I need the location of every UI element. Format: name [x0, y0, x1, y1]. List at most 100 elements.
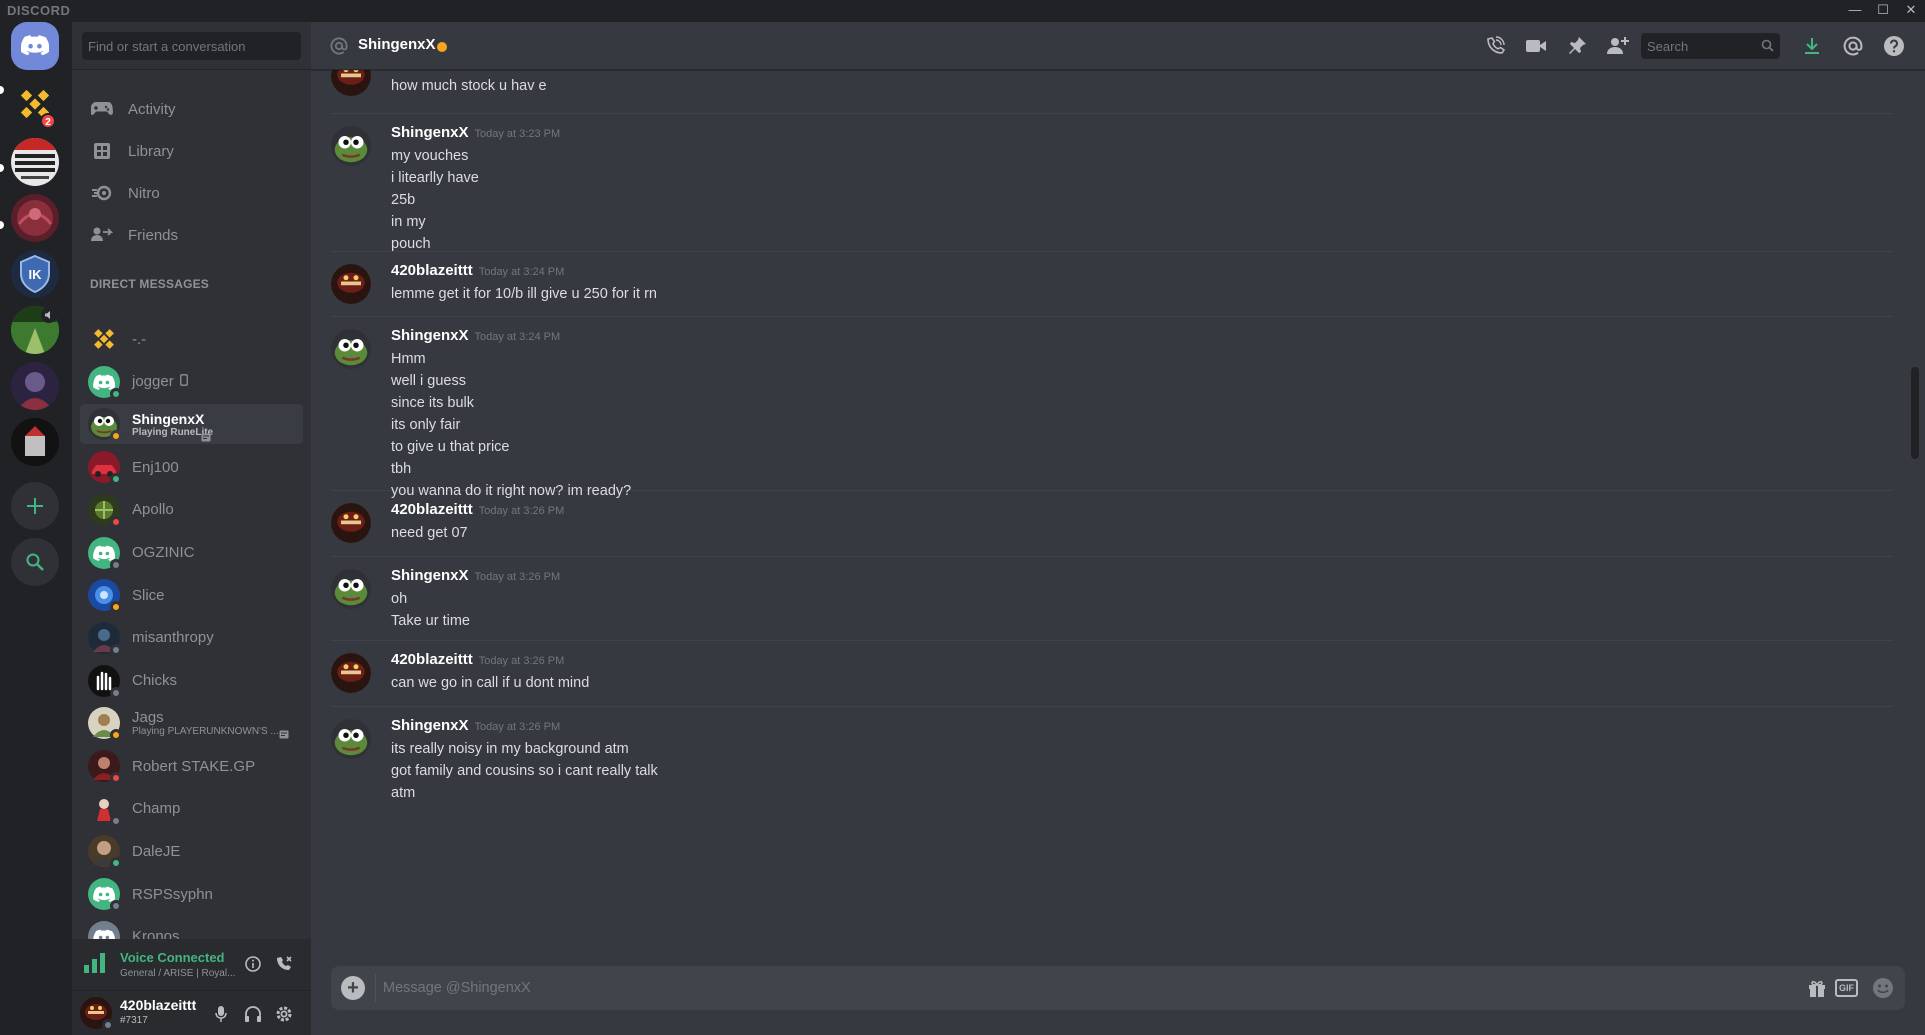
server-castle[interactable]: [11, 418, 59, 466]
help-button[interactable]: [1882, 34, 1906, 58]
dm-item[interactable]: DaleJE: [80, 831, 303, 871]
message-timestamp: Today at 3:24 PM: [478, 266, 565, 278]
dm-item[interactable]: ShingenxX Playing RuneLite: [80, 404, 303, 447]
dm-item[interactable]: Jags Playing PLAYERUNKNOWN'S ...: [80, 703, 303, 743]
dm-item[interactable]: Robert STAKE.GP: [80, 746, 303, 786]
close-button[interactable]: ✕: [1897, 0, 1925, 22]
pinned-messages-button[interactable]: [1565, 34, 1589, 58]
avatar: [88, 408, 122, 443]
gif-label: GIF: [1835, 979, 1858, 997]
message-content: lemme get it for 10/b ill give u 250 for…: [391, 283, 657, 305]
message-author[interactable]: ShingenxX Today at 3:26 PM: [391, 717, 560, 734]
minimize-button[interactable]: —: [1841, 0, 1869, 22]
explore-servers-button[interactable]: [11, 538, 59, 586]
server-demolition[interactable]: [11, 138, 59, 186]
avatar[interactable]: [331, 264, 371, 304]
search-icon: [26, 553, 44, 571]
message-input[interactable]: [383, 974, 1763, 1002]
dm-item[interactable]: jogger: [80, 362, 303, 402]
pin-icon: [1569, 37, 1586, 54]
dm-item[interactable]: -.-: [80, 319, 303, 359]
server-world-center[interactable]: [11, 194, 59, 242]
status-indicator: [110, 601, 122, 614]
voice-status[interactable]: Voice Connected: [120, 950, 225, 965]
dm-item[interactable]: OGZINIC: [80, 533, 303, 573]
start-video-call-button[interactable]: [1524, 34, 1548, 58]
message-author[interactable]: ShingenxX Today at 3:26 PM: [391, 567, 560, 584]
username[interactable]: 420blazeittt: [120, 997, 196, 1013]
dm-item[interactable]: Enj100: [80, 447, 303, 487]
download-icon: [1805, 38, 1819, 54]
avatar[interactable]: [331, 329, 371, 369]
avatar[interactable]: [331, 719, 371, 759]
avatar: [88, 365, 122, 400]
dm-item[interactable]: Apollo: [80, 490, 303, 530]
headphones-icon[interactable]: [244, 1005, 262, 1028]
author-name[interactable]: ShingenxX: [391, 717, 469, 734]
nav-activity[interactable]: Activity: [80, 89, 303, 129]
server-ik[interactable]: IK: [11, 250, 59, 298]
gift-button[interactable]: [1807, 976, 1827, 1000]
sidebar-search-bar: [72, 22, 311, 70]
message-line: my vouches: [391, 148, 469, 164]
avatar: [88, 579, 122, 614]
window-controls: — ☐ ✕: [1841, 0, 1925, 22]
maximize-button[interactable]: ☐: [1869, 0, 1897, 22]
message-author[interactable]: ShingenxX Today at 3:23 PM: [391, 124, 560, 141]
mentions-button[interactable]: [1841, 34, 1865, 58]
message-author[interactable]: 420blazeittt Today at 3:26 PM: [391, 651, 564, 668]
avatar: [88, 493, 122, 528]
avatar[interactable]: [331, 653, 371, 693]
message-author[interactable]: ShingenxX Today at 3:24 PM: [391, 327, 560, 344]
gif-button[interactable]: GIF: [1835, 976, 1858, 1000]
avatar[interactable]: [331, 503, 371, 543]
message-group: ShingenxX Today at 3:23 PM my vouches i lit…: [331, 124, 1893, 256]
disconnect-call-icon[interactable]: [274, 955, 294, 978]
search-input[interactable]: [1641, 33, 1780, 59]
emoji-button[interactable]: [1871, 976, 1895, 1000]
message-author[interactable]: 420blazeittt Today at 3:24 PM: [391, 262, 564, 279]
add-friends-to-dm-button[interactable]: [1606, 34, 1630, 58]
gear-icon[interactable]: [275, 1005, 293, 1028]
author-name[interactable]: 420blazeittt: [391, 651, 473, 668]
avatar[interactable]: [80, 997, 114, 1031]
scrollbar-thumb[interactable]: [1911, 367, 1919, 459]
message-group: how much stock u hav e: [331, 70, 1893, 98]
voice-channel[interactable]: General / ARISE | Royal...: [120, 968, 235, 979]
scrollbar-track[interactable]: [1911, 82, 1919, 962]
dm-item[interactable]: RSPSsyphn: [80, 874, 303, 914]
dm-item[interactable]: misanthropy: [80, 618, 303, 658]
author-name[interactable]: ShingenxX: [391, 124, 469, 141]
activity-status: Playing PLAYERUNKNOWN'S ...: [132, 726, 279, 738]
dm-item[interactable]: Slice: [80, 575, 303, 615]
server-anime[interactable]: [11, 362, 59, 410]
nav-friends[interactable]: Friends: [80, 215, 303, 255]
message-timestamp: Today at 3:26 PM: [474, 571, 561, 583]
info-icon[interactable]: [244, 955, 262, 978]
status-indicator: [110, 430, 122, 443]
download-apps-button[interactable]: [1800, 34, 1824, 58]
upload-button[interactable]: +: [341, 976, 365, 1000]
message-line: oh: [391, 591, 408, 607]
rich-presence-icon: [201, 429, 211, 447]
avatar[interactable]: [331, 126, 371, 166]
microphone-icon[interactable]: [214, 1005, 228, 1028]
author-name[interactable]: ShingenxX: [391, 567, 469, 584]
start-voice-call-button[interactable]: [1483, 34, 1507, 58]
author-name[interactable]: 420blazeittt: [391, 501, 473, 518]
author-name[interactable]: 420blazeittt: [391, 262, 473, 279]
avatar[interactable]: [331, 569, 371, 609]
avatar[interactable]: [331, 70, 371, 96]
chat-header: ShingenxX: [311, 22, 1925, 70]
dm-item[interactable]: Chicks: [80, 661, 303, 701]
add-server-button[interactable]: [11, 482, 59, 530]
message-author[interactable]: 420blazeittt Today at 3:26 PM: [391, 501, 564, 518]
nav-library[interactable]: Library: [80, 131, 303, 171]
dm-sidebar: Activity Library Nitro Friends DIRECT ME…: [72, 22, 311, 1035]
nav-nitro[interactable]: Nitro: [80, 173, 303, 213]
dm-item[interactable]: Champ: [80, 789, 303, 829]
message-content: how much stock u hav e: [391, 75, 547, 97]
find-conversation-input[interactable]: [82, 32, 301, 60]
home-button[interactable]: [11, 22, 59, 70]
author-name[interactable]: ShingenxX: [391, 327, 469, 344]
